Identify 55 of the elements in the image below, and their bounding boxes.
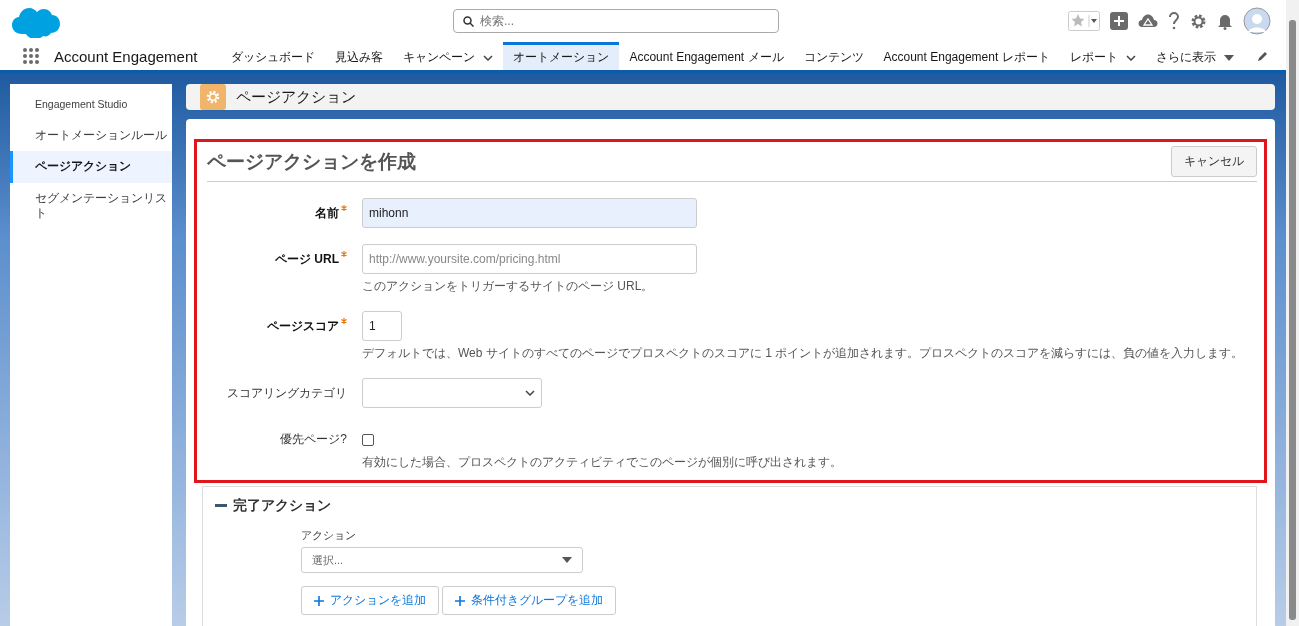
nav-tab[interactable]: ダッシュボード [221,42,326,70]
nav-tab[interactable]: Account Engagement メール [619,42,794,70]
nav-tab[interactable]: コンテンツ [793,42,874,70]
bell-icon[interactable] [1217,12,1233,30]
search-field[interactable]: 検索... [453,9,779,33]
help-icon[interactable] [1168,12,1180,30]
field-label: 名前 [315,205,339,222]
app-name: Account Engagement [54,47,198,65]
text-field[interactable]: http://www.yoursite.com/pricing.html [362,244,697,274]
action-select[interactable]: 選択... [301,547,583,573]
nav-tab[interactable]: さらに表示 [1145,42,1244,70]
section-title: 完了アクション [233,497,331,515]
help-text: デフォルトでは、Web サイトのすべてのページでプロスペクトのスコアに 1 ポイントが追加されます。プロスペクトのスコアを減らすには、負の値を入力します。 [362,345,1244,362]
sidebar-item[interactable]: セグメンテーションリスト [10,182,172,230]
chevron-down-icon [1125,54,1136,61]
settings-icon[interactable] [1190,12,1207,30]
nav-tab[interactable]: 見込み客 [325,42,394,70]
field-label: ページスコア [267,318,339,335]
required-icon [341,318,347,324]
plus-icon [455,595,465,606]
cloud-icon[interactable] [1138,13,1158,29]
field-label: スコアリングカテゴリ [227,385,347,402]
help-text: このアクションをトリガーするサイトのページ URL。 [362,278,654,295]
nav-tab[interactable]: オートメーション [503,42,620,70]
text-field[interactable]: mihonn [362,198,697,228]
nav-tab[interactable]: レポート [1059,42,1146,70]
caret-icon [562,557,572,563]
add-button[interactable]: アクションを追加 [301,586,439,615]
page-title: ページアクション [236,87,356,107]
scrollbar[interactable] [1286,0,1299,626]
field-label: アクション [301,529,357,543]
nav-tab[interactable]: Account Engagement レポート [873,42,1060,70]
score-field[interactable]: 1 [362,311,402,341]
required-icon [341,205,347,211]
help-text: 有効にした場合、プロスペクトのアクティビティでこのページが個別に呼び出されます。 [362,454,842,471]
chevron-down-icon [483,54,494,61]
sidebar-item[interactable]: ページアクション [10,151,172,183]
required-icon [341,251,347,257]
field-label: ページ URL [275,251,339,268]
chevron-down-icon [525,390,535,396]
sidebar-item[interactable]: Engagement Studio [10,90,172,120]
field-label: 優先ページ? [280,431,347,448]
sidebar-item[interactable]: オートメーションルール [10,119,172,152]
form-title: ページアクションを作成 [207,149,416,174]
plus-icon [314,595,324,606]
app-launcher-icon[interactable] [22,47,40,65]
nav-tab[interactable]: キャンペーン [393,42,504,70]
cancel-button[interactable]: キャンセル [1171,146,1257,177]
select-field[interactable] [362,378,542,408]
checkbox[interactable] [362,434,374,446]
plus-icon[interactable] [1110,12,1128,30]
collapse-icon[interactable] [215,504,227,508]
caret-icon [1223,54,1234,61]
pencil-icon[interactable] [1257,50,1269,62]
add-button[interactable]: 条件付きグループを追加 [442,586,616,615]
